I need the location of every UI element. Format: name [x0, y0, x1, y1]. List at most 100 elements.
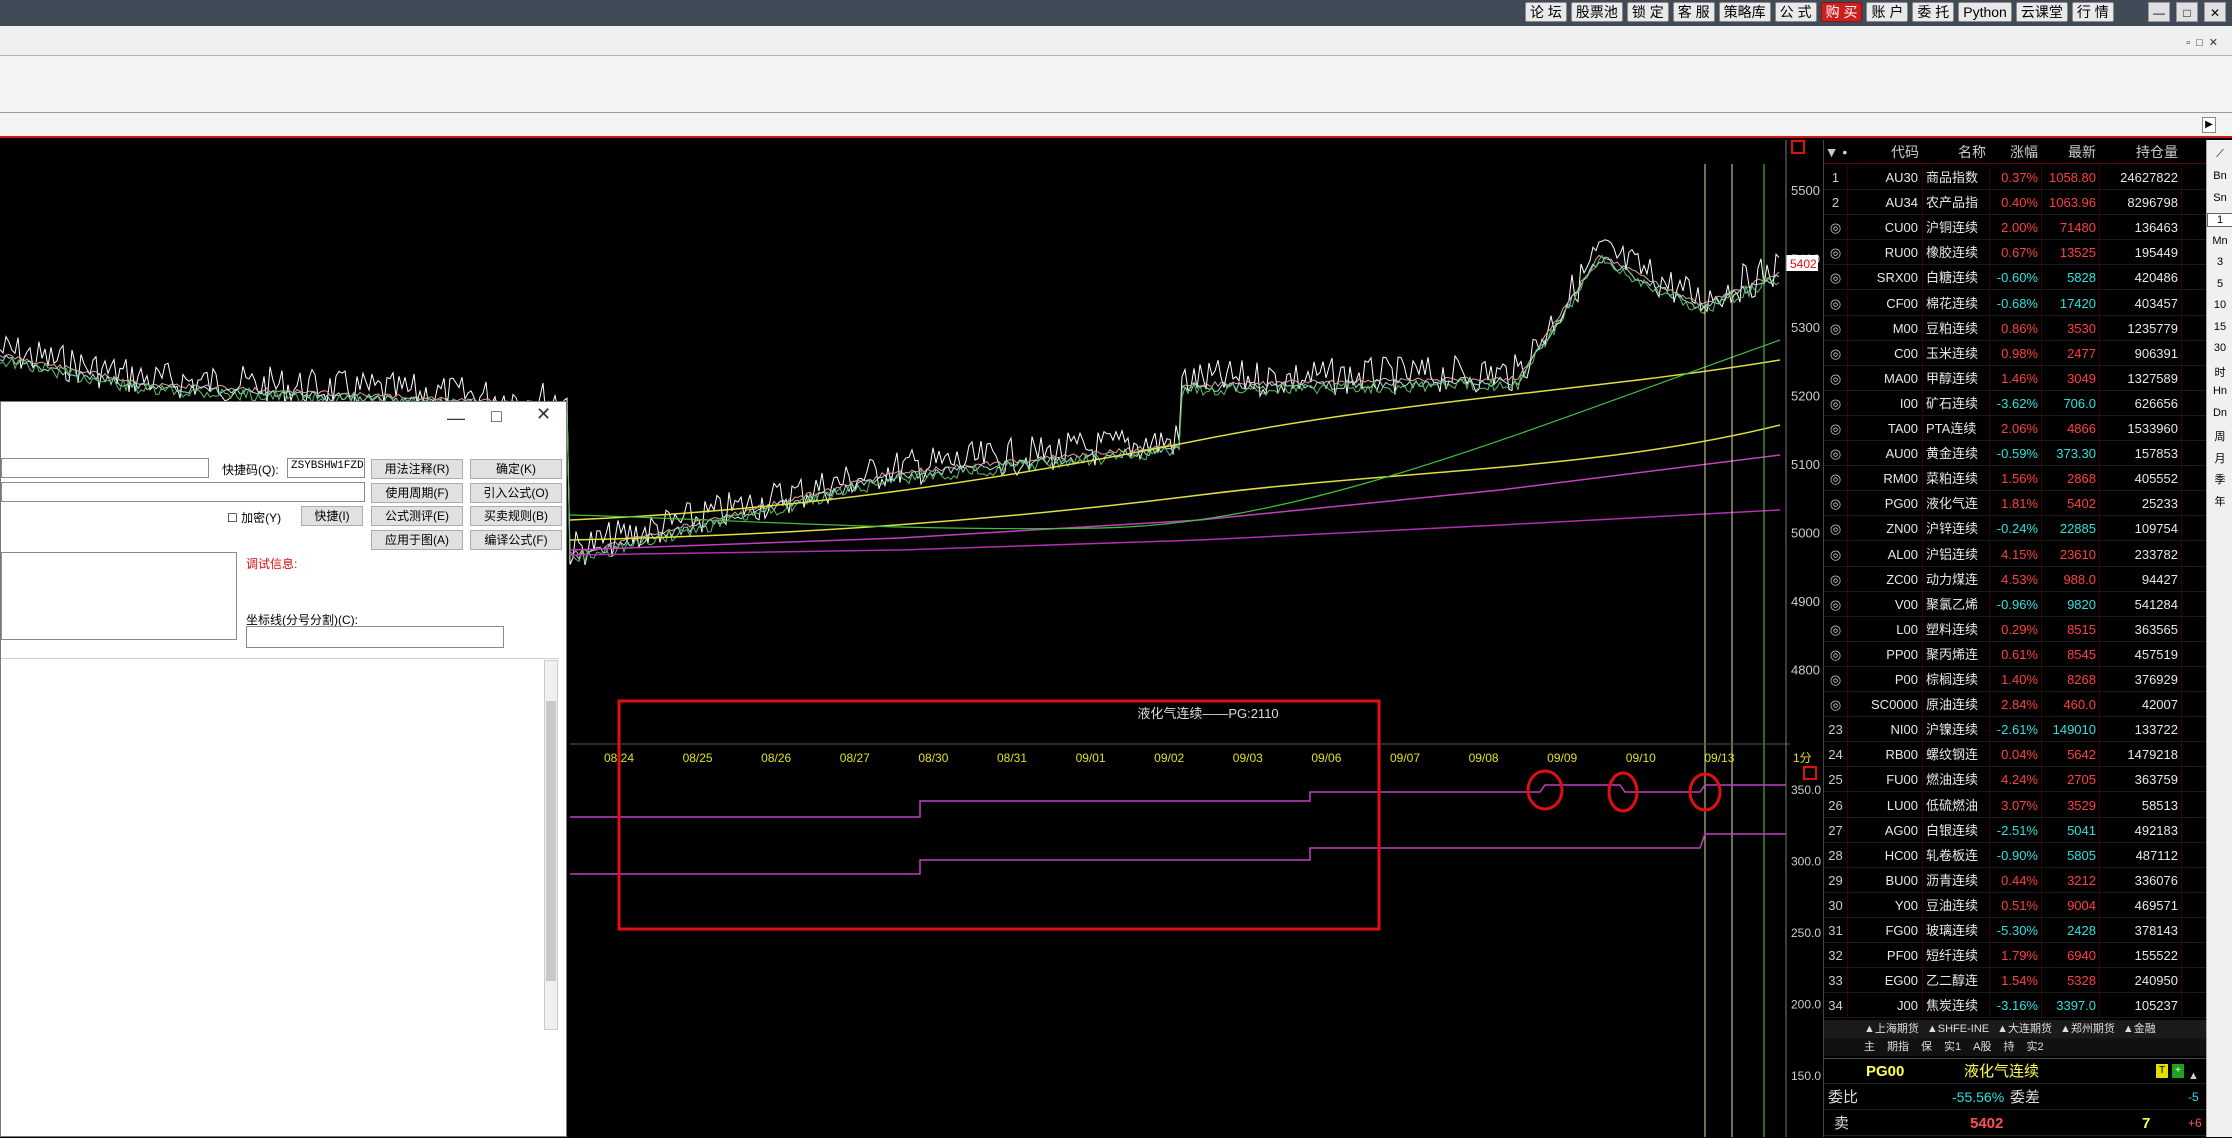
period-button[interactable]: 月: [2207, 450, 2232, 466]
encrypt-checkbox[interactable]: ☐ 加密(Y): [227, 509, 281, 526]
quote-row[interactable]: 32 PF00 短纤连续 1.79% 6940 155522: [1824, 943, 2207, 969]
formula-test-button[interactable]: 公式测评(E): [371, 506, 463, 526]
toolbar-button[interactable]: 公 式: [1774, 2, 1817, 22]
period-button[interactable]: 10: [2207, 299, 2232, 311]
quote-row[interactable]: ◎ ZN00 沪锌连续 -0.24% 22885 109754: [1824, 516, 2207, 542]
sub-tab[interactable]: 持: [2003, 1038, 2014, 1056]
use-period-button[interactable]: 使用周期(F): [371, 483, 463, 503]
toolbar-button[interactable]: 云课堂: [2015, 2, 2068, 22]
period-button[interactable]: Bn: [2207, 170, 2232, 182]
quote-row[interactable]: ◎ PP00 聚丙烯连 0.61% 8545 457519: [1824, 641, 2207, 667]
quote-row[interactable]: 29 BU00 沥青连续 0.44% 3212 336076: [1824, 867, 2207, 893]
quote-row[interactable]: 23 NI00 沪镍连续 -2.61% 149010 133722: [1824, 717, 2207, 743]
quote-row[interactable]: ◎ ZC00 动力煤连 4.53% 988.0 94427: [1824, 566, 2207, 592]
apply-to-chart-button[interactable]: 应用于图(A): [371, 530, 463, 550]
quote-row[interactable]: ◎ SC0000 原油连续 2.84% 460.0 42007: [1824, 692, 2207, 718]
period-button[interactable]: 30: [2207, 342, 2232, 354]
ok-button[interactable]: 确定(K): [470, 459, 562, 479]
toolbar-button[interactable]: 策略库: [1718, 2, 1771, 22]
quote-row[interactable]: 24 RB00 螺纹钢连 0.04% 5642 1479218: [1824, 742, 2207, 768]
sub-tab[interactable]: A股: [1973, 1038, 1991, 1056]
maximize-icon[interactable]: □: [491, 406, 502, 427]
quote-row[interactable]: ◎ CU00 沪铜连续 2.00% 71480 136463: [1824, 215, 2207, 241]
period-button[interactable]: 年: [2207, 493, 2232, 509]
quote-row[interactable]: ◎ RM00 菜粕连续 1.56% 2868 405552: [1824, 466, 2207, 492]
period-button[interactable]: 5: [2207, 278, 2232, 290]
period-button[interactable]: 时: [2207, 364, 2232, 380]
market-tab[interactable]: ▲郑州期货: [2060, 1020, 2115, 1038]
sub-tab[interactable]: 期指: [1887, 1038, 1909, 1056]
quote-row[interactable]: ◎ AL00 沪铝连续 4.15% 23610 233782: [1824, 541, 2207, 567]
formula-name-input[interactable]: [1, 458, 209, 478]
minimize-icon[interactable]: —: [447, 408, 465, 429]
import-formula-button[interactable]: 引入公式(O): [470, 483, 562, 503]
quote-row[interactable]: 34 J00 焦炭连续 -3.16% 3397.0 105237: [1824, 993, 2207, 1019]
quote-row[interactable]: 33 EG00 乙二醇连 1.54% 5328 240950: [1824, 968, 2207, 994]
quote-row[interactable]: 1 AU30 商品指数 0.37% 1058.80 24627822: [1824, 165, 2207, 190]
quote-row[interactable]: 31 FG00 玻璃连续 -5.30% 2428 378143: [1824, 918, 2207, 943]
axis-lines-input[interactable]: [246, 626, 504, 648]
col-code[interactable]: 代码: [1848, 140, 1923, 163]
quote-row[interactable]: ◎ P00 棕榈连续 1.40% 8268 376929: [1824, 667, 2207, 692]
toolbar-button[interactable]: 论 坛: [1525, 2, 1567, 22]
toolbar-button[interactable]: Python: [1958, 2, 2012, 22]
quote-row[interactable]: 25 FU00 燃油连续 4.24% 2705 363759: [1824, 767, 2207, 793]
period-button[interactable]: 1: [2207, 213, 2232, 227]
close-icon[interactable]: ✕: [2204, 2, 2226, 22]
quote-row[interactable]: ◎ CF00 棉花连续 -0.68% 17420 403457: [1824, 290, 2207, 316]
period-button[interactable]: Sn: [2207, 192, 2232, 204]
quote-row[interactable]: ◎ C00 玉米连续 0.98% 2477 906391: [1824, 340, 2207, 366]
quote-row[interactable]: ◎ AU00 黄金连续 -0.59% 373.30 157853: [1824, 441, 2207, 467]
shortcut-button[interactable]: 快捷(I): [301, 506, 363, 526]
compile-formula-button[interactable]: 编译公式(F): [470, 530, 562, 550]
close-icon[interactable]: ✕: [536, 404, 551, 425]
sub-tab[interactable]: 主: [1864, 1038, 1875, 1056]
period-button[interactable]: 季: [2207, 471, 2232, 487]
period-button[interactable]: 周: [2207, 428, 2232, 444]
shortcut-input[interactable]: ZSYBSHW1FZDG: [287, 458, 365, 478]
sub-tab[interactable]: 实1: [1944, 1038, 1961, 1056]
period-button[interactable]: Hn: [2207, 385, 2232, 397]
col-open-interest[interactable]: 持仓量: [2100, 140, 2182, 163]
market-tab[interactable]: ▲大连期货: [1997, 1020, 2052, 1038]
minimize-icon[interactable]: —: [2148, 2, 2170, 22]
sub-window-controls[interactable]: ▫□✕: [2186, 36, 2224, 49]
toolbar-button[interactable]: 锁 定: [1626, 2, 1669, 22]
market-tab[interactable]: ▲上海期货: [1864, 1020, 1919, 1038]
quote-row[interactable]: ◎ MA00 甲醇连续 1.46% 3049 1327589: [1824, 365, 2207, 391]
toolbar-button[interactable]: 账 户: [1866, 2, 1909, 22]
quote-row[interactable]: ◎ M00 豆粕连续 0.86% 3530 1235779: [1824, 315, 2207, 341]
quote-row[interactable]: 26 LU00 低硫燃油 3.07% 3529 58513: [1824, 792, 2207, 818]
market-tab[interactable]: ▲SHFE-INE: [1927, 1020, 1989, 1038]
quote-row[interactable]: ◎ RU00 橡胶连续 0.67% 13525 195449: [1824, 240, 2207, 266]
toolbar-button[interactable]: 行 情: [2071, 2, 2114, 22]
description-input[interactable]: [1, 482, 365, 502]
scroll-right-icon[interactable]: ▶: [2202, 117, 2216, 133]
t-icon[interactable]: T: [2156, 1064, 2168, 1078]
toolbar-button[interactable]: 购 买: [1820, 2, 1863, 22]
quote-row[interactable]: ◎ L00 塑料连续 0.29% 8515 363565: [1824, 616, 2207, 642]
toolbar-button[interactable]: 客 服: [1672, 2, 1715, 22]
quote-row[interactable]: ◎ I00 矿石连续 -3.62% 706.0 626656: [1824, 390, 2207, 416]
period-button[interactable]: 15: [2207, 321, 2232, 333]
usage-notes-button[interactable]: 用法注释(R): [371, 459, 463, 479]
code-scrollbar[interactable]: [544, 660, 558, 1030]
toolbar-button[interactable]: 委 托: [1912, 2, 1955, 22]
quote-row[interactable]: 27 AG00 白银连续 -2.51% 5041 492183: [1824, 817, 2207, 843]
quote-row[interactable]: 2 AU34 农产品指 0.40% 1063.96 8296798: [1824, 190, 2207, 216]
col-name[interactable]: 名称: [1923, 140, 1990, 163]
period-button[interactable]: Mn: [2207, 235, 2232, 247]
col-change[interactable]: 涨幅: [1990, 140, 2042, 163]
sort-icon[interactable]: ▼ •: [1824, 140, 1848, 163]
line-tool-icon[interactable]: ⟋: [2207, 148, 2232, 161]
toolbar-button[interactable]: 股票池: [1570, 2, 1623, 22]
quote-row[interactable]: ◎ V00 聚氯乙烯 -0.96% 9820 541284: [1824, 591, 2207, 617]
quote-row[interactable]: ◎ SRX00 白糖连续 -0.60% 5828 420486: [1824, 265, 2207, 291]
sub-tab[interactable]: 实2: [2026, 1038, 2043, 1056]
maximize-icon[interactable]: □: [2176, 2, 2198, 22]
quote-row[interactable]: ◎ TA00 PTA连续 2.06% 4866 1533960: [1824, 416, 2207, 441]
quote-row[interactable]: 30 Y00 豆油连续 0.51% 9004 469571: [1824, 892, 2207, 918]
period-button[interactable]: 3: [2207, 256, 2232, 268]
formula-code-editor[interactable]: [1, 658, 559, 1138]
col-last[interactable]: 最新: [2042, 140, 2100, 163]
